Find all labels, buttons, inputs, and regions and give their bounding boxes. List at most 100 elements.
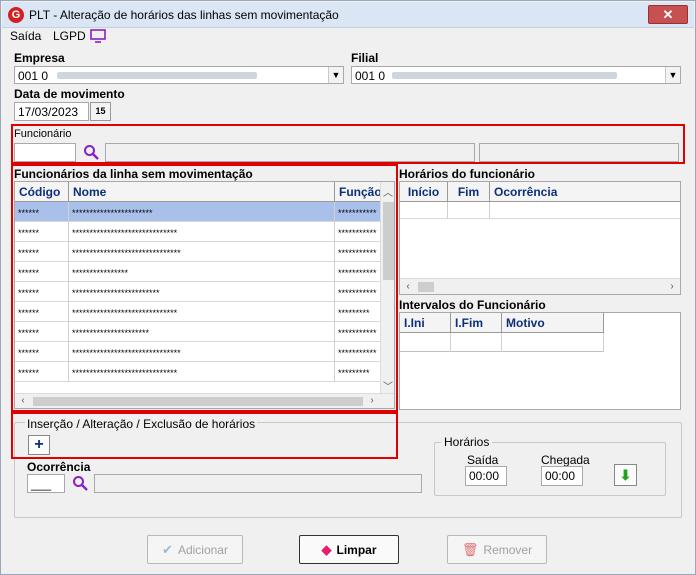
ocorrencia-code-input[interactable]: ___ — [27, 474, 65, 493]
add-horario-button[interactable]: + — [28, 435, 50, 455]
table-cell: *********************** — [69, 202, 335, 222]
filial-select[interactable]: 001 0 ▼ — [351, 66, 681, 84]
horarios-grid[interactable]: Início Fim Ocorrência ‹ › — [399, 181, 681, 295]
chegada-time-input[interactable]: 00:00 — [541, 466, 583, 486]
horarios-grid-hscroll[interactable]: ‹ › — [400, 278, 680, 294]
table-row[interactable] — [400, 202, 680, 219]
menu-item-saida[interactable]: Saída — [10, 29, 41, 43]
chevron-down-icon[interactable]: ﹀ — [381, 378, 394, 393]
col-nome[interactable]: Nome — [69, 182, 335, 202]
table-row[interactable]: ****************************************… — [15, 302, 381, 322]
horarios-title: Horários — [441, 435, 493, 449]
table-row[interactable] — [400, 333, 604, 352]
chegada-label: Chegada — [541, 453, 590, 467]
remover-label: Remover — [483, 543, 533, 557]
monitor-icon[interactable] — [90, 29, 106, 43]
table-cell: ****** — [15, 222, 69, 242]
scroll-thumb[interactable] — [33, 397, 363, 406]
table-row[interactable]: ****************************************… — [15, 242, 381, 262]
col-ocorrencia[interactable]: Ocorrência — [490, 182, 680, 202]
func-grid[interactable]: Código Nome Função ****** ***************… — [14, 181, 395, 409]
saida-time-input[interactable]: 00:00 — [465, 466, 507, 486]
table-cell: **************** — [69, 262, 335, 282]
table-cell: ****** — [15, 322, 69, 342]
scroll-thumb[interactable] — [383, 202, 394, 280]
scroll-thumb[interactable] — [418, 282, 434, 292]
chevron-left-icon[interactable]: ‹ — [401, 281, 415, 292]
remover-button[interactable]: 🗑 Remover — [447, 535, 547, 564]
table-cell: ****** — [15, 262, 69, 282]
table-row[interactable]: ****** *********************** *********** — [15, 202, 381, 222]
table-cell: ****************************** — [69, 362, 335, 382]
table-row[interactable]: ****** **************** *********** — [15, 262, 381, 282]
green-arrow-down-icon[interactable]: ⬇ — [614, 464, 637, 486]
table-row[interactable]: ****************************************… — [15, 222, 381, 242]
table-cell: *********** — [335, 282, 381, 302]
search-icon[interactable] — [83, 144, 99, 160]
limpar-label: Limpar — [336, 543, 377, 557]
table-cell: ********* — [335, 302, 381, 322]
limpar-button[interactable]: ◆ Limpar — [299, 535, 399, 564]
col-funcao[interactable]: Função — [335, 182, 382, 202]
chevron-right-icon[interactable]: › — [665, 281, 679, 292]
func-grid-hscroll[interactable]: ‹ › — [15, 393, 394, 408]
intervalos-grid-header: I.Ini I.Fim Motivo — [400, 313, 604, 333]
col-i-ini[interactable]: I.Ini — [400, 313, 451, 333]
main-window: G PLT - Alteração de horários das linhas… — [0, 0, 696, 575]
table-cell: ****** — [15, 362, 69, 382]
ocorrencia-label: Ocorrência — [27, 460, 91, 474]
empresa-select[interactable]: 001 0 ▼ — [14, 66, 344, 84]
table-row[interactable]: ****************************************… — [15, 282, 381, 302]
title-bar: G PLT - Alteração de horários das linhas… — [2, 2, 694, 28]
table-cell: ******************************* — [69, 342, 335, 362]
col-codigo[interactable]: Código — [15, 182, 69, 202]
table-cell — [451, 333, 502, 352]
table-cell: ****** — [15, 242, 69, 262]
func-grid-header: Código Nome Função — [15, 182, 382, 202]
col-motivo[interactable]: Motivo — [502, 313, 604, 333]
col-fim[interactable]: Fim — [448, 182, 490, 202]
menu-item-lgpd[interactable]: LGPD — [53, 29, 86, 43]
calendar-icon[interactable]: 15 — [90, 102, 111, 121]
chevron-right-icon[interactable]: › — [365, 395, 379, 406]
func-grid-vscroll[interactable]: ︿ ﹀ — [380, 182, 394, 393]
chevron-down-icon[interactable]: ▼ — [665, 67, 680, 83]
col-inicio[interactable]: Início — [400, 182, 448, 202]
table-cell — [400, 333, 451, 352]
table-cell: ****************************** — [69, 302, 335, 322]
table-row[interactable]: ****************************************… — [15, 342, 381, 362]
table-cell: *********** — [335, 262, 381, 282]
insercao-title: Inserção / Alteração / Exclusão de horár… — [25, 417, 258, 431]
search-icon[interactable] — [72, 475, 88, 491]
table-cell: ****** — [15, 302, 69, 322]
empresa-redacted-text — [57, 72, 257, 79]
table-cell — [502, 333, 604, 352]
table-cell: *********** — [335, 322, 381, 342]
table-cell: ******************************* — [69, 242, 335, 262]
data-movimento-field[interactable]: 17/03/2023 — [14, 102, 89, 121]
table-row[interactable]: ****************************************… — [15, 362, 381, 382]
filial-value: 001 0 — [355, 69, 386, 83]
horarios-grid-header: Início Fim Ocorrência — [400, 182, 680, 202]
adicionar-button[interactable]: ✔ Adicionar — [147, 535, 243, 564]
func-grid-title: Funcionários da linha sem movimentação — [14, 167, 253, 181]
eraser-icon: ◆ — [321, 542, 332, 557]
table-cell: ****** — [15, 202, 69, 222]
chevron-up-icon[interactable]: ︿ — [381, 184, 394, 199]
close-button[interactable]: ✕ — [648, 5, 688, 24]
chevron-down-icon[interactable]: ▼ — [328, 67, 343, 83]
funcionario-code-input[interactable] — [14, 143, 76, 162]
funcionario-label: Funcionário — [14, 128, 72, 140]
empresa-value: 001 0 — [18, 69, 49, 83]
chevron-left-icon[interactable]: ‹ — [16, 395, 30, 406]
checkmark-icon: ✔ — [162, 542, 173, 557]
intervalos-grid[interactable]: I.Ini I.Fim Motivo — [399, 312, 681, 410]
table-row[interactable]: ****** ********************** *********** — [15, 322, 381, 342]
col-i-fim[interactable]: I.Fim — [451, 313, 502, 333]
filial-redacted-text — [392, 72, 617, 79]
window-title: PLT - Alteração de horários das linhas s… — [29, 8, 339, 22]
empresa-label: Empresa — [14, 51, 65, 65]
app-logo-icon: G — [8, 7, 24, 23]
table-cell: ************************* — [69, 282, 335, 302]
table-cell: ****** — [15, 282, 69, 302]
